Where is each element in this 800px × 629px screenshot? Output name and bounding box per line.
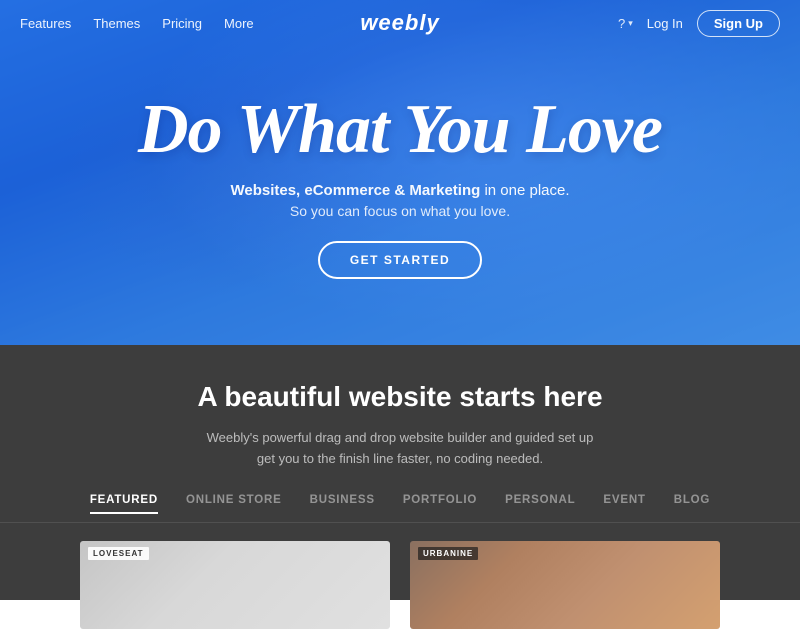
- card-label-urbanine: URBANINE: [418, 547, 478, 560]
- nav-links: Features Themes Pricing More: [20, 16, 254, 31]
- theme-card-loveseat[interactable]: LOVESEAT: [80, 541, 390, 629]
- hero-content: Do What You Love Websites, eCommerce & M…: [138, 95, 662, 279]
- tab-online-store[interactable]: ONLINE STORE: [186, 494, 282, 514]
- tab-event[interactable]: EVENT: [603, 494, 645, 514]
- hero-subtext: Websites, eCommerce & Marketing in one p…: [230, 179, 569, 203]
- hero-section: Do What You Love Websites, eCommerce & M…: [0, 0, 800, 345]
- tab-portfolio[interactable]: PORTFOLIO: [403, 494, 477, 514]
- lower-desc: Weebly's powerful drag and drop website …: [207, 427, 594, 470]
- theme-cards-row: LOVESEAT URBANINE: [0, 541, 800, 629]
- help-chevron-icon: ▾: [628, 18, 633, 29]
- card-label-loveseat: LOVESEAT: [88, 547, 149, 560]
- login-button[interactable]: Log In: [647, 16, 683, 31]
- hero-headline: Do What You Love: [138, 95, 662, 165]
- logo[interactable]: weebly: [360, 10, 439, 36]
- help-icon: ?: [618, 16, 625, 31]
- signup-button[interactable]: Sign Up: [697, 10, 780, 37]
- theme-tabs: FEATURED ONLINE STORE BUSINESS PORTFOLIO…: [0, 494, 800, 523]
- navbar: Features Themes Pricing More weebly ? ▾ …: [0, 0, 800, 46]
- tab-featured[interactable]: FEATURED: [90, 494, 158, 514]
- lower-title: A beautiful website starts here: [197, 381, 602, 413]
- tab-personal[interactable]: PERSONAL: [505, 494, 575, 514]
- nav-pricing[interactable]: Pricing: [162, 16, 202, 31]
- nav-more[interactable]: More: [224, 16, 254, 31]
- tab-business[interactable]: BUSINESS: [310, 494, 375, 514]
- lower-section: A beautiful website starts here Weebly's…: [0, 345, 800, 600]
- hero-subtext-2: So you can focus on what you love.: [290, 203, 510, 219]
- tab-blog[interactable]: BLOG: [674, 494, 710, 514]
- nav-themes[interactable]: Themes: [93, 16, 140, 31]
- nav-right: ? ▾ Log In Sign Up: [618, 10, 780, 37]
- hero-cta-button[interactable]: GET STARTED: [318, 241, 482, 279]
- help-button[interactable]: ? ▾: [618, 16, 633, 31]
- nav-features[interactable]: Features: [20, 16, 71, 31]
- theme-card-urbanine[interactable]: URBANINE: [410, 541, 720, 629]
